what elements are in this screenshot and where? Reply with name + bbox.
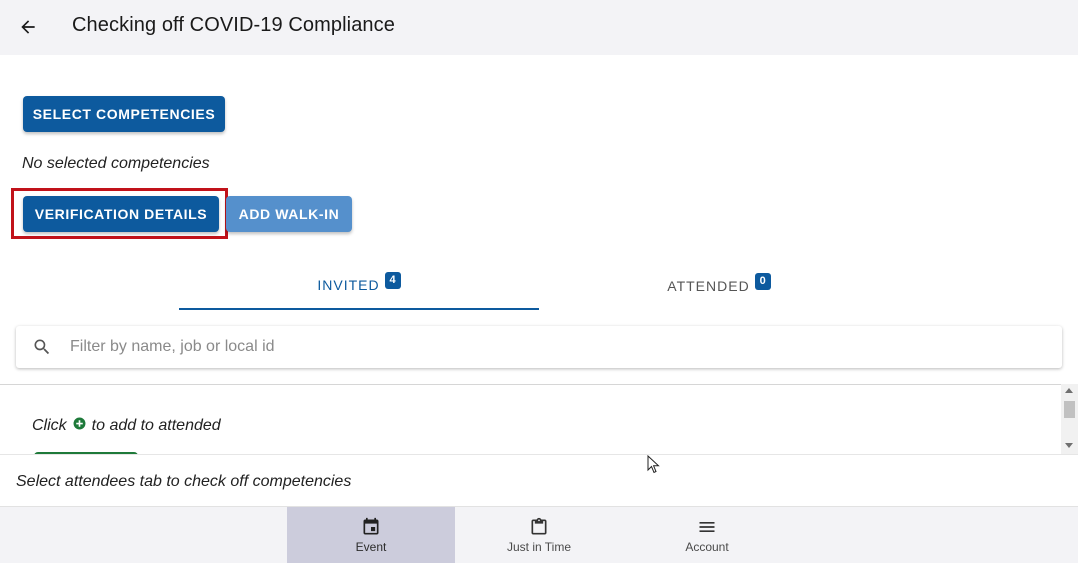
nav-item-event[interactable]: Event [287,507,455,563]
verification-details-button[interactable]: VERIFICATION DETAILS [23,196,219,232]
calendar-icon [363,517,379,535]
scroll-down-arrow-icon[interactable] [1065,443,1073,448]
nav-label-event: Event [355,540,387,554]
tab-invited[interactable]: INVITED 4 [179,262,539,310]
search-icon [34,339,50,355]
add-to-attended-hint: Click to add to attended [32,417,221,435]
hint-prefix: Click [32,417,67,434]
app-root: Checking off COVID-19 Compliance SELECT … [0,0,1078,563]
menu-icon [699,522,715,532]
mouse-cursor-icon [647,455,660,474]
tab-attended-label: ATTENDED [667,278,750,294]
tab-invited-label: INVITED [317,277,380,293]
search-card [16,326,1062,368]
attendee-list: Click to add to attended [0,384,1078,454]
app-bar: Checking off COVID-19 Compliance [0,0,1078,55]
no-selected-competencies-text: No selected competencies [22,155,210,172]
arrow-left-icon [21,20,35,34]
select-competencies-button[interactable]: SELECT COMPETENCIES [23,96,225,132]
scroll-thumb[interactable] [1064,401,1075,418]
tab-attended-count-badge: 0 [754,272,771,290]
page-title: Checking off COVID-19 Compliance [72,14,395,36]
scroll-up-arrow-icon[interactable] [1065,388,1073,393]
search-input[interactable] [70,334,1030,360]
nav-label-account: Account [685,540,729,554]
bottom-navigation: Event Just in Time Account [0,506,1078,563]
nav-label-just-in-time: Just in Time [506,540,572,554]
back-button[interactable] [12,11,44,43]
tab-invited-count-badge: 4 [384,271,401,289]
add-circle-icon [73,417,86,429]
add-walk-in-button[interactable]: ADD WALK-IN [226,196,352,232]
nav-item-account[interactable]: Account [623,507,791,563]
nav-item-just-in-time[interactable]: Just in Time [455,507,623,563]
footer-hint-bar: Select attendees tab to check off compet… [0,454,1078,506]
clipboard-icon [531,517,547,535]
hint-suffix: to add to attended [91,417,221,434]
tab-attended[interactable]: ATTENDED 0 [539,262,899,310]
footer-hint-text: Select attendees tab to check off compet… [16,473,352,490]
list-scrollbar[interactable] [1061,384,1078,454]
